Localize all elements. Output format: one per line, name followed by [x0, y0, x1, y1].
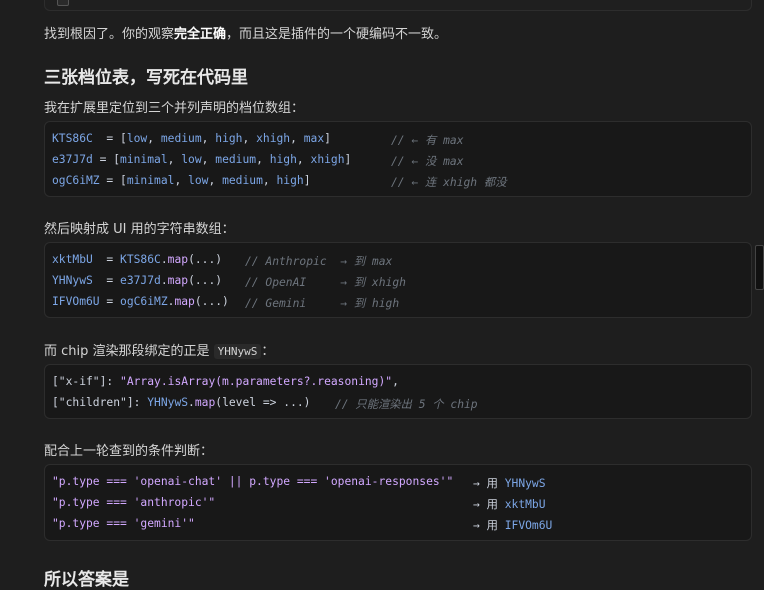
code-comment: // ← 没 max: [391, 155, 464, 168]
code-arrow: → 用 xktMbU: [473, 498, 546, 511]
code-comment: // 只能渲染出 5 个 chip: [335, 398, 478, 411]
chip-text-2: ：: [261, 344, 275, 359]
code-line: YHNywS = e37J7d.map(...): [52, 274, 223, 287]
code-comment: // Anthropic → 到 max: [245, 255, 393, 268]
chip-text-1: 而 chip 渲染那段绑定的正是: [44, 344, 214, 359]
code-comment: // Gemini → 到 high: [245, 297, 400, 310]
code-line: xktMbU = KTS86C.map(...): [52, 253, 223, 266]
intro-text-1: 找到根因了。你的观察: [44, 27, 175, 42]
code-block-map[interactable]: xktMbU = KTS86C.map(...) // Anthropic → …: [44, 242, 752, 318]
checkbox-icon: [57, 0, 69, 6]
code-comment: // OpenAI → 到 xhigh: [245, 276, 406, 289]
previous-block: [44, 0, 752, 11]
section-heading-answer: 所以答案是: [44, 570, 129, 590]
code-line: ogC6iMZ = [minimal, low, medium, high]: [52, 174, 311, 187]
code-line: e37J7d = [minimal, low, medium, high, xh…: [52, 153, 352, 166]
code-block-arrays[interactable]: KTS86C = [low, medium, high, xhigh, max]…: [44, 121, 752, 197]
intro-text-2: ，而且这是插件的一个硬编码不一致。: [226, 27, 448, 42]
chat-response-panel: 找到根因了。你的观察完全正确，而且这是插件的一个硬编码不一致。 三张档位表，写死…: [0, 0, 764, 590]
paragraph-arrays: 我在扩展里定位到三个并列声明的档位数组：: [44, 101, 305, 116]
paragraph-map: 然后映射成 UI 用的字符串数组：: [44, 222, 235, 237]
code-line: IFVOm6U = ogC6iMZ.map(...): [52, 295, 229, 308]
code-arrow: → 用 YHNywS: [473, 477, 546, 490]
intro-paragraph: 找到根因了。你的观察完全正确，而且这是插件的一个硬编码不一致。: [44, 23, 447, 42]
code-line: "p.type === 'openai-chat' || p.type === …: [52, 475, 454, 488]
inline-code: YHNywS: [213, 344, 262, 359]
code-block-conditions[interactable]: "p.type === 'openai-chat' || p.type === …: [44, 464, 752, 541]
intro-bold: 完全正确: [174, 27, 227, 42]
code-line: "p.type === 'anthropic'": [52, 496, 216, 509]
code-comment: // ← 连 xhigh 都没: [391, 176, 507, 189]
code-comment: // ← 有 max: [391, 134, 464, 147]
code-arrow: → 用 IFVOm6U: [473, 519, 553, 532]
code-line: ["children"]: YHNywS.map(level => ...): [52, 396, 311, 409]
paragraph-chip: 而 chip 渲染那段绑定的正是 YHNywS：: [44, 340, 274, 359]
paragraph-conditions: 配合上一轮查到的条件判断：: [44, 444, 214, 459]
code-line: "p.type === 'gemini'": [52, 517, 195, 530]
section-heading: 三张档位表，写死在代码里: [44, 68, 248, 88]
scrollbar-thumb[interactable]: [755, 245, 764, 290]
code-line: ["x-if"]: "Array.isArray(m.parameters?.r…: [52, 375, 399, 388]
code-line: KTS86C = [low, medium, high, xhigh, max]: [52, 132, 331, 145]
code-block-chip[interactable]: ["x-if"]: "Array.isArray(m.parameters?.r…: [44, 364, 752, 419]
